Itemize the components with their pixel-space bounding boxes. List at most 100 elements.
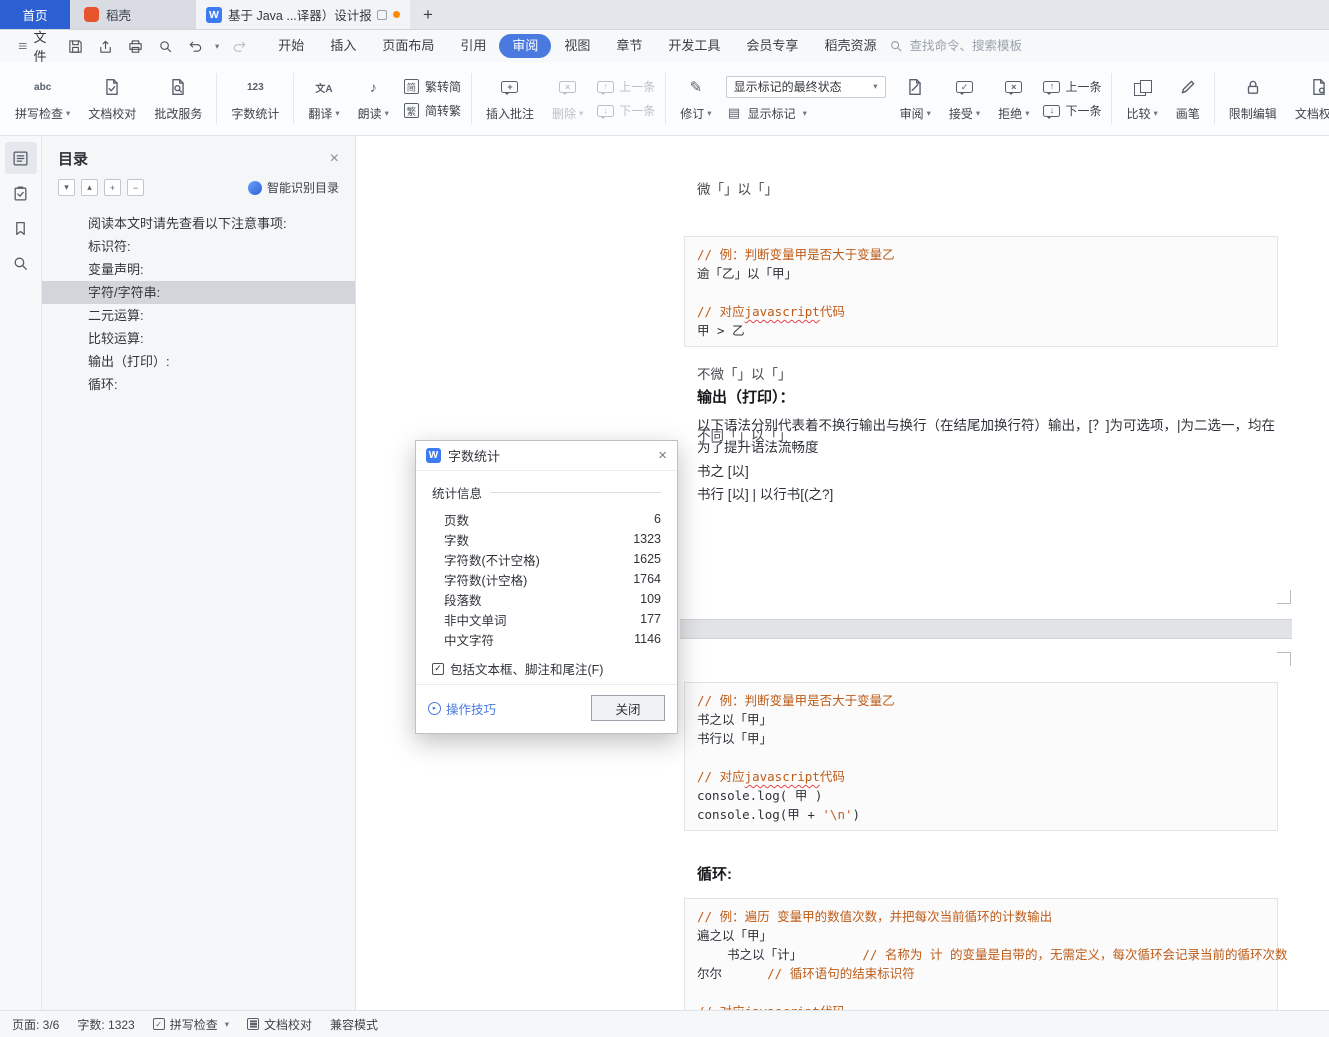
next-change-button[interactable]: ↓ 下一条 <box>1043 102 1101 119</box>
tips-link-label: 操作技巧 <box>446 702 497 717</box>
daoke-tab[interactable]: 稻壳 <box>70 0 196 29</box>
statusbar: 页面: 3/6 字数: 1323 ✓ 拼写检查 ▾ 文档校对 兼容模式 <box>0 1010 1329 1037</box>
page-indicator[interactable]: 页面: 3/6 <box>12 1016 59 1033</box>
code-line: 尔尔 // 循环语句的结束标识符 <box>697 966 915 981</box>
home-tab[interactable]: 首页 <box>0 0 70 29</box>
section-divider <box>490 492 661 493</box>
doc-proofread-status-button[interactable]: 文档校对 <box>247 1016 312 1033</box>
tab-view[interactable]: 视图 <box>551 34 603 58</box>
show-markup-icon: ▤ <box>727 105 741 120</box>
search-input[interactable] <box>909 39 1070 53</box>
daoke-tab-label: 稻壳 <box>106 9 132 23</box>
sidebar-proofread-button[interactable] <box>5 177 37 209</box>
stat-row-chars-with-spaces: 字符数(计空格) 1764 <box>444 572 661 588</box>
tab-member[interactable]: 会员专享 <box>733 34 811 58</box>
delete-comment-button[interactable]: × 删除 ▾ <box>543 67 592 131</box>
close-icon[interactable]: × <box>330 150 339 168</box>
toc-item[interactable]: 阅读本文时请先查看以下注意事项: <box>42 212 355 235</box>
collapse-item-icon[interactable]: ▴ <box>81 179 98 196</box>
expand-all-icon[interactable]: + <box>104 179 121 196</box>
show-markup-button[interactable]: ▤ 显示标记 ▾ <box>726 105 886 122</box>
word-count-indicator[interactable]: 字数: 1323 <box>77 1016 134 1033</box>
sidebar-outline-button[interactable] <box>4 142 37 174</box>
simp-to-trad-button[interactable]: 繁 简转繁 <box>403 102 461 119</box>
ink-pen-button[interactable]: 画笔 <box>1167 67 1209 131</box>
save-button[interactable] <box>65 36 85 56</box>
toc-item[interactable]: 输出（打印）: <box>42 350 355 373</box>
accept-button[interactable]: ✓ 接受 ▾ <box>940 67 989 131</box>
undock-icon[interactable] <box>377 9 387 20</box>
prev-change-button[interactable]: ↑ 上一条 <box>1043 78 1101 95</box>
tab-insert[interactable]: 插入 <box>317 34 369 58</box>
reject-button[interactable]: × 拒绝 ▾ <box>989 67 1038 131</box>
new-tab-button[interactable]: + <box>410 0 446 29</box>
restrict-editing-button[interactable]: 限制编辑 <box>1220 67 1286 131</box>
doc-permission-icon <box>1310 75 1328 99</box>
sidebar-search-button[interactable] <box>5 247 37 279</box>
markup-state-value: 显示标记的最终状态 <box>733 80 842 94</box>
toc-item[interactable]: 循环: <box>42 373 355 396</box>
compare-button[interactable]: 比较 ▾ <box>1117 67 1166 131</box>
chevron-down-icon: ▾ <box>384 108 389 118</box>
undo-button[interactable] <box>185 36 205 56</box>
tab-start[interactable]: 开始 <box>265 34 317 58</box>
stat-value: 1764 <box>633 572 661 586</box>
translate-button[interactable]: 文A 翻译 ▾ <box>299 67 348 131</box>
print-preview-button[interactable] <box>155 36 175 56</box>
tab-page-layout[interactable]: 页面布局 <box>369 34 447 58</box>
read-aloud-button[interactable]: ♪ 朗读 ▾ <box>349 67 398 131</box>
review-button[interactable]: 审阅 ▾ <box>891 67 940 131</box>
document-line: 微「」以「」 <box>697 182 778 197</box>
word-count-button[interactable]: 123 字数统计 <box>222 67 288 131</box>
doc-permission-button[interactable]: 文档权限 <box>1286 67 1329 131</box>
collapse-all-icon[interactable]: − <box>127 179 144 196</box>
redo-button[interactable] <box>229 36 249 56</box>
sidebar-bookmark-button[interactable] <box>5 212 37 244</box>
grading-service-icon <box>169 75 187 99</box>
include-textbox-checkbox[interactable]: ✓ 包括文本框、脚注和尾注(F) <box>432 659 661 678</box>
toc-item[interactable]: 比较运算: <box>42 327 355 350</box>
markup-state-select[interactable]: 显示标记的最终状态 ▾ <box>725 75 886 98</box>
word-count-icon: 123 <box>246 81 264 93</box>
export-button[interactable] <box>95 36 115 56</box>
track-changes-button[interactable]: ✎ 修订 ▾ <box>671 67 720 131</box>
ribbon-separator <box>1111 73 1113 124</box>
print-button[interactable] <box>125 36 145 56</box>
smart-toc-button[interactable]: 智能识别目录 <box>247 179 339 196</box>
spell-check-button[interactable]: abc 拼写检查 ▾ <box>6 67 79 131</box>
toc-item[interactable]: 变量声明: <box>42 258 355 281</box>
accept-icon: ✓ <box>956 75 974 99</box>
doc-proofread-button[interactable]: 文档校对 <box>79 67 145 131</box>
stat-row-words: 字数 1323 <box>444 532 661 548</box>
toc-item-selected[interactable]: 字符/字符串: <box>42 281 355 304</box>
document-tab[interactable]: W 基于 Java ...译器）设计报告 <box>196 0 410 29</box>
file-menu-button[interactable]: 文件 <box>12 27 57 65</box>
tab-dev-tools[interactable]: 开发工具 <box>655 34 733 58</box>
restrict-editing-label: 限制编辑 <box>1228 107 1277 121</box>
tab-section[interactable]: 章节 <box>603 34 655 58</box>
close-button[interactable]: 关闭 <box>591 695 665 721</box>
tab-daoke-resources[interactable]: 稻壳资源 <box>811 34 889 58</box>
toc-item[interactable]: 标识符: <box>42 235 355 258</box>
next-comment-button[interactable]: ↓ 下一条 <box>597 102 655 119</box>
stat-value: 177 <box>640 612 661 626</box>
compat-mode-indicator[interactable]: 兼容模式 <box>330 1016 378 1033</box>
undo-dropdown-icon[interactable]: ▾ <box>215 41 219 52</box>
toc-item[interactable]: 二元运算: <box>42 304 355 327</box>
expand-item-icon[interactable]: ▾ <box>58 179 75 196</box>
simp-to-trad-label: 简转繁 <box>424 104 461 118</box>
dialog-titlebar[interactable]: W 字数统计 × <box>416 441 677 471</box>
command-search[interactable] <box>889 39 1070 53</box>
tab-review[interactable]: 审阅 <box>499 34 552 58</box>
tab-references[interactable]: 引用 <box>447 34 499 58</box>
trad-to-simp-button[interactable]: 简 繁转简 <box>403 78 461 95</box>
grading-service-button[interactable]: 批改服务 <box>145 67 211 131</box>
stat-row-chars-no-spaces: 字符数(不计空格) 1625 <box>444 552 661 568</box>
insert-comment-button[interactable]: + 插入批注 <box>477 67 543 131</box>
close-icon[interactable]: × <box>658 447 667 464</box>
tips-link[interactable]: ▸ 操作技巧 <box>428 699 496 718</box>
spell-check-status-button[interactable]: ✓ 拼写检查 ▾ <box>152 1016 229 1033</box>
search-icon <box>14 257 27 270</box>
prev-comment-button[interactable]: ↑ 上一条 <box>597 78 655 95</box>
